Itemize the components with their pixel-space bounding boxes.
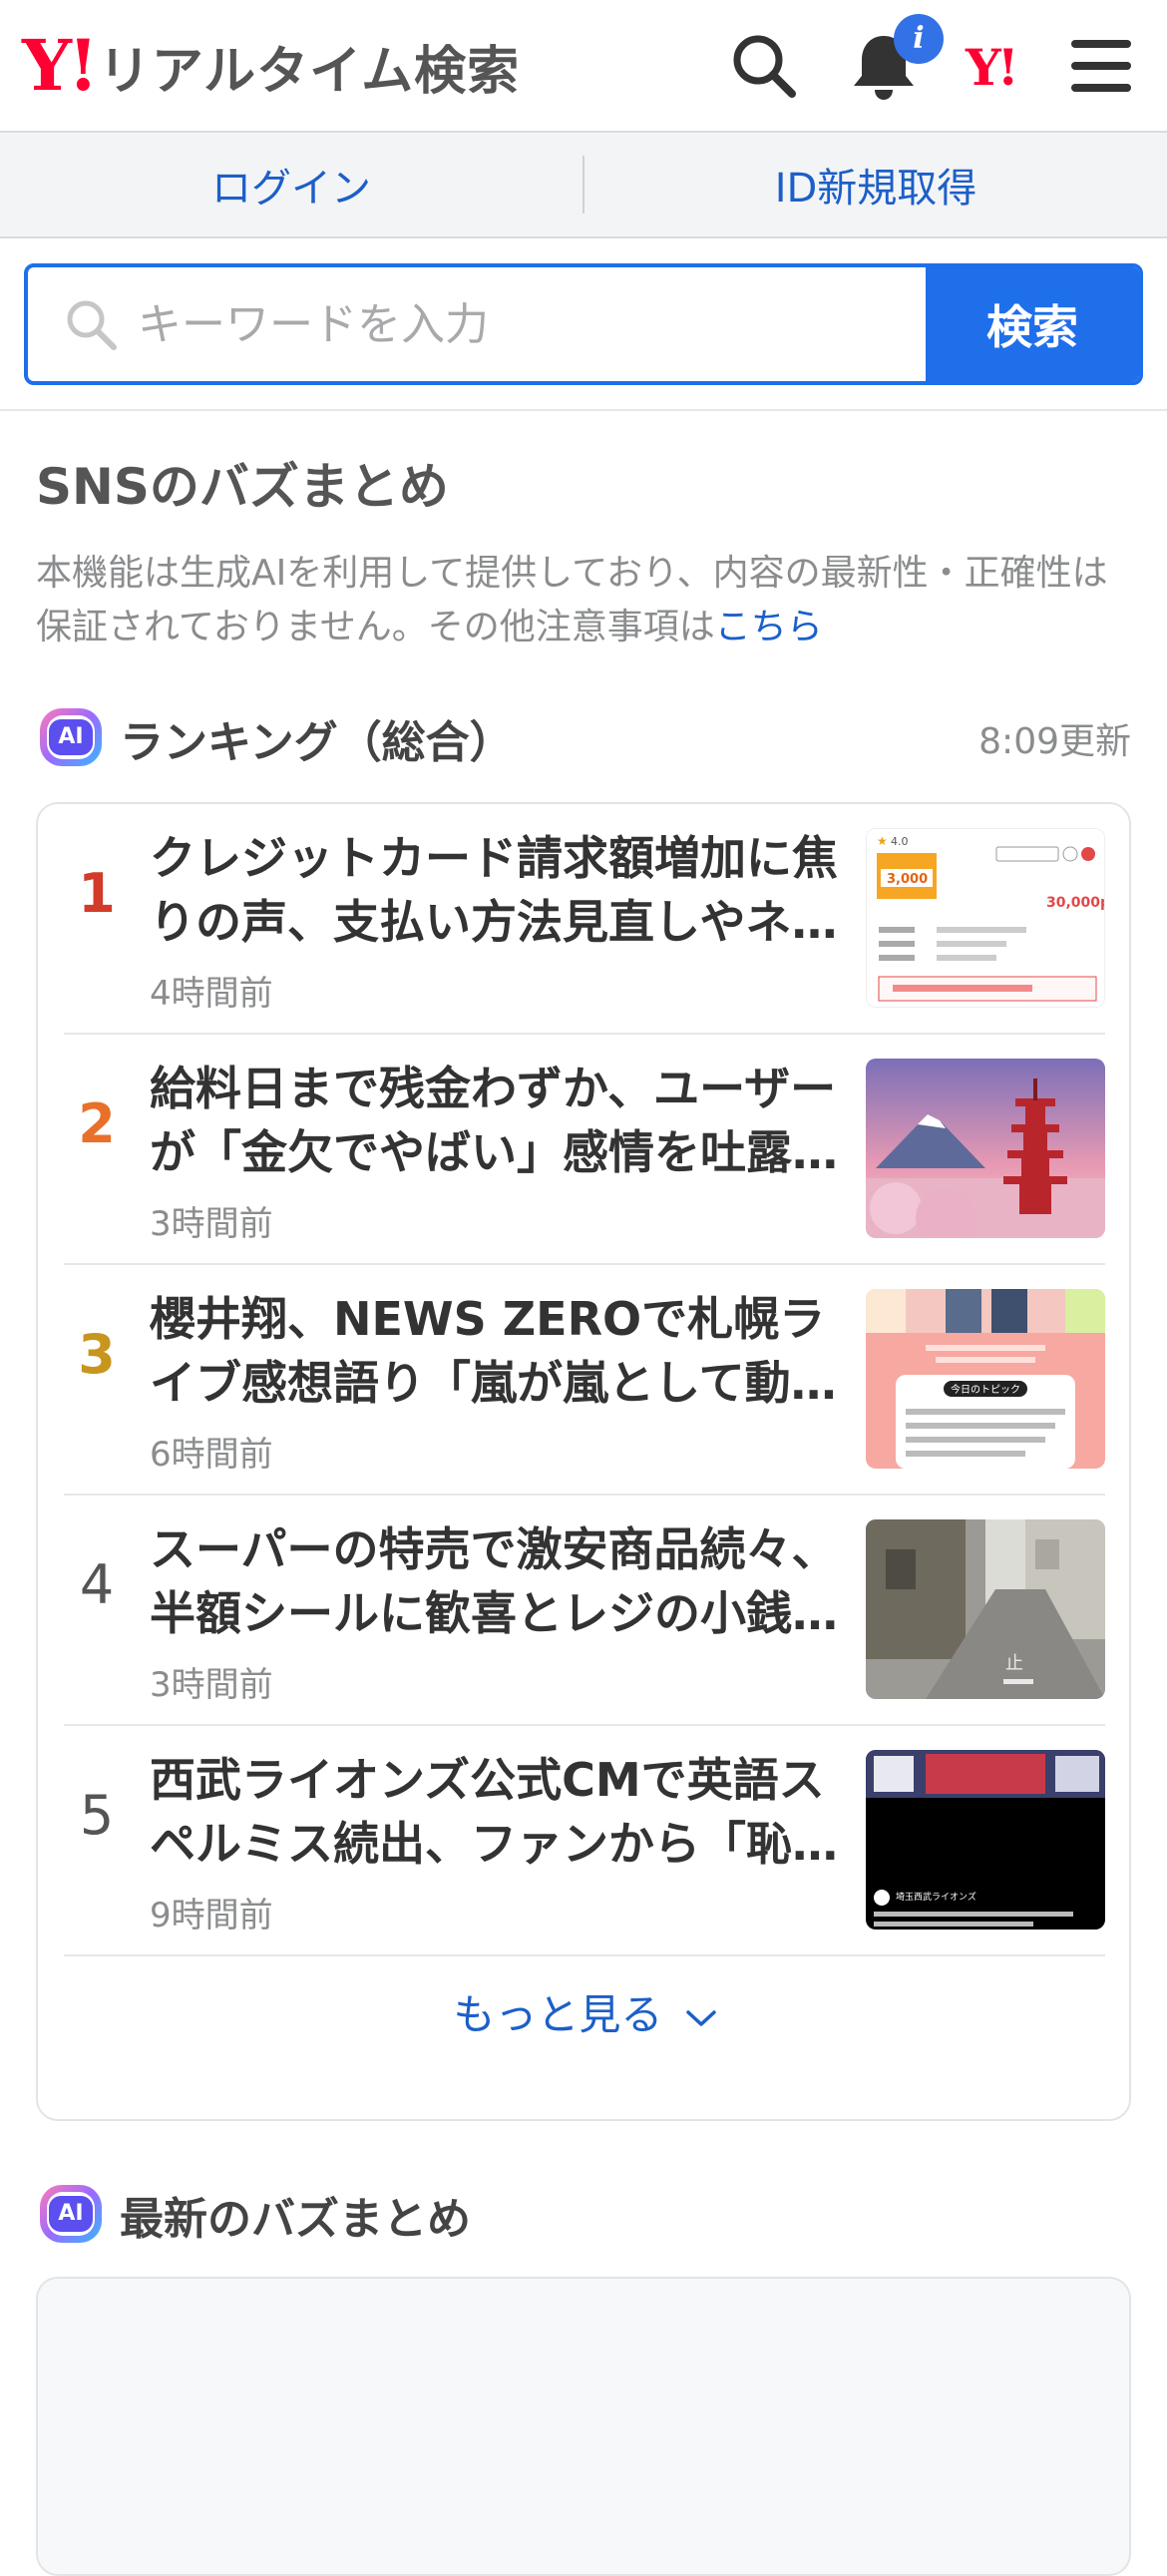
chevron-down-icon [685,2009,716,2026]
divider [0,409,1167,411]
rank-number: 4 [79,1553,115,1616]
rank-number: 3 [78,1323,116,1386]
section-title: SNSのバズまとめ [36,458,449,516]
signup-link[interactable]: ID新規取得 [584,156,1167,214]
ranking-thumbnail: 今日のトピック [866,1289,1105,1469]
ranking-card: 1 クレジットカード請求額増加に焦りの声、支払い方法見直しやネ… 4時間前 ★ … [36,802,1131,2121]
yahoo-realtime-logo[interactable]: Y! リアルタイム検索 [22,26,520,106]
show-more-button[interactable]: もっと見る [38,1981,1133,2042]
ai-icon: AI [40,708,102,766]
ranking-thumbnail: 埼玉西武ライオンズ [866,1750,1105,1930]
latest-buzz-card [36,2277,1131,2576]
search-icon[interactable] [726,28,802,104]
app-header: Y! リアルタイム検索 i Y! [0,0,1167,133]
svg-text:30,000pt: 30,000pt [1046,895,1105,911]
ranking-time: 4時間前 [150,974,273,1014]
ranking-item-5[interactable]: 5 西武ライオンズ公式CMで英語スペルミス続出、ファンから「恥… 9時間前 埼玉… [64,1726,1105,1956]
latest-heading: 最新のバズまとめ [120,2194,471,2245]
ai-disclaimer: 本機能は生成AIを利用して提供しており、内容の最新性・正確性は保証されておりませ… [36,547,1133,654]
svg-text:埼玉西武ライオンズ: 埼玉西武ライオンズ [896,1891,976,1903]
search-form: 検索 [24,263,1143,385]
rank-number: 2 [78,1092,116,1155]
login-link[interactable]: ログイン [0,156,583,214]
search-button[interactable]: 検索 [926,267,1139,381]
svg-text:4.0: 4.0 [891,835,909,848]
ai-icon: AI [40,2185,102,2243]
updated-time: 8:09更新 [978,721,1131,762]
ranking-item-3[interactable]: 3 櫻井翔、NEWS ZEROで札幌ライブ感想語り「嵐が嵐として動… 6時間前 … [64,1265,1105,1496]
ranking-heading: ランキング（総合） [120,717,514,768]
ranking-item-2[interactable]: 2 給料日まで残金わずか、ユーザーが「金欠でやばい」感情を吐露… 3時間前 [64,1035,1105,1265]
show-more-label: もっと見る [453,1990,663,2039]
disclaimer-text: 本機能は生成AIを利用して提供しており、内容の最新性・正確性は保証されておりませ… [36,553,1108,647]
search-input[interactable] [138,267,946,381]
ranking-title: 給料日まで残金わずか、ユーザーが「金欠でやばい」感情を吐露… [150,1062,838,1179]
search-field-icon [67,300,117,350]
svg-text:止: 止 [1005,1653,1023,1674]
ranking-title: 櫻井翔、NEWS ZEROで札幌ライブ感想語り「嵐が嵐として動… [150,1292,837,1410]
ranking-time: 3時間前 [150,1665,273,1705]
yahoo-logo-mark: Y! [22,24,99,107]
yahoo-japan-top-link[interactable]: Y! [966,36,1051,100]
ranking-time: 6時間前 [150,1435,273,1475]
svg-text:3,000: 3,000 [887,872,928,887]
ranking-thumbnail [866,1059,1105,1238]
logo-service-name: リアルタイム検索 [98,41,521,102]
ranking-title: スーパーの特売で激安商品続々、半額シールに歓喜とレジの小銭… [150,1522,838,1640]
ranking-thumbnail: ★ 4.0 3,000 30,000pt [866,828,1105,1008]
ranking-title: クレジットカード請求額増加に焦りの声、支払い方法見直しやネ… [150,831,838,949]
notification-badge: i [894,14,944,64]
ranking-item-1[interactable]: 1 クレジットカード請求額増加に焦りの声、支払い方法見直しやネ… 4時間前 ★ … [64,804,1105,1035]
rank-number: 5 [79,1784,115,1847]
auth-bar: ログイン ID新規取得 [0,133,1167,238]
rank-number: 1 [78,862,116,925]
ranking-thumbnail: 止 [866,1519,1105,1699]
disclaimer-link[interactable]: こちら [715,607,823,647]
svg-text:今日のトピック: 今日のトピック [951,1383,1020,1396]
ranking-item-4[interactable]: 4 スーパーの特売で激安商品続々、半額シールに歓喜とレジの小銭… 3時間前 止 [64,1496,1105,1726]
ranking-title: 西武ライオンズ公式CMで英語スペルミス続出、ファンから「恥… [150,1753,838,1871]
hamburger-menu-icon[interactable] [1063,28,1139,104]
svg-text:★: ★ [877,834,888,848]
ranking-time: 9時間前 [150,1896,273,1935]
ranking-time: 3時間前 [150,1204,273,1244]
